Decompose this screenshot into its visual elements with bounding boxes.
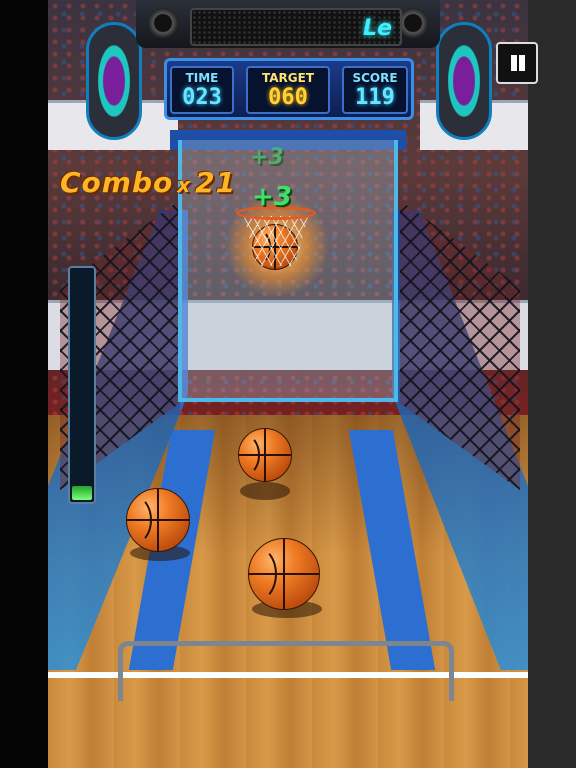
- led-marquee-text: Le: [363, 16, 392, 41]
- combo-multiplier-sign: x: [177, 173, 192, 197]
- power-meter: [68, 266, 96, 504]
- score-popup: +3: [252, 182, 292, 212]
- combo-count: 21: [195, 166, 237, 199]
- basketball[interactable]: [126, 488, 190, 552]
- led-marquee: Le: [190, 8, 402, 46]
- time-value: 023: [182, 85, 222, 110]
- score-value: 119: [355, 85, 395, 110]
- target-value: 060: [268, 85, 308, 110]
- speaker-icon: [398, 8, 428, 38]
- pause-button[interactable]: [496, 42, 538, 84]
- right-letterbox: [528, 0, 576, 768]
- right-arcade-light: [436, 22, 492, 140]
- speaker-icon: [148, 8, 178, 38]
- time-display: TIME 023: [170, 66, 234, 114]
- combo-label: Combo: [60, 166, 174, 199]
- basketball[interactable]: [248, 538, 320, 610]
- ball-return-rail: [118, 641, 454, 701]
- basketball[interactable]: [238, 428, 292, 482]
- combo-counter: Combo x 21: [60, 166, 236, 199]
- target-label: TARGET: [261, 71, 314, 85]
- target-display: TARGET 060: [246, 66, 330, 114]
- time-label: TIME: [185, 71, 219, 85]
- score-popup: +3: [250, 145, 284, 170]
- score-display: SCORE 119: [342, 66, 408, 114]
- left-letterbox: [0, 0, 48, 768]
- game-scene[interactable]: Le TIME 023 TARGET 060 SCORE 119 Combo x 2…: [0, 0, 576, 768]
- score-label: SCORE: [352, 71, 398, 85]
- left-arcade-light: [86, 22, 142, 140]
- power-meter-fill: [72, 486, 92, 500]
